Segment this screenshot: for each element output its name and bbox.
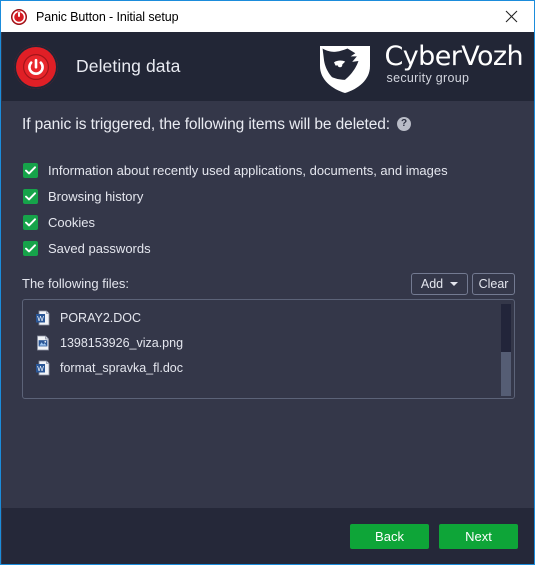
footer-bar: Back Next: [2, 508, 534, 564]
checkbox-label: Cookies: [48, 214, 95, 230]
brand-name: CyberVozh: [384, 41, 524, 72]
brand-tagline: security group: [386, 71, 470, 85]
window-title: Panic Button - Initial setup: [36, 9, 179, 24]
brand-logo: CyberVozh security group: [314, 41, 524, 101]
checkbox-row-browsing-history[interactable]: Browsing history: [23, 183, 493, 209]
add-button-label: Add: [420, 277, 444, 291]
checkbox-row-cookies[interactable]: Cookies: [23, 209, 493, 235]
instruction-text: If panic is triggered, the following ite…: [22, 116, 412, 134]
files-section-label: The following files:: [22, 276, 129, 291]
close-icon[interactable]: [488, 1, 534, 32]
check-icon: [23, 188, 38, 204]
scrollbar-track[interactable]: [501, 304, 511, 352]
add-button[interactable]: Add: [411, 273, 468, 295]
list-item[interactable]: 1398153926_viza.png: [23, 330, 514, 355]
power-button-icon: [11, 8, 27, 25]
power-button-icon: [14, 44, 58, 89]
file-list-box[interactable]: W PORAY2.DOC 1398153926_viza.png W forma…: [22, 299, 515, 399]
file-name: PORAY2.DOC: [60, 310, 142, 325]
checkbox-row-recent-items[interactable]: Information about recently used applicat…: [23, 157, 493, 183]
image-file-icon: [35, 335, 51, 351]
check-icon: [23, 162, 38, 178]
checkbox-label: Saved passwords: [48, 240, 151, 256]
deletion-items-list: Information about recently used applicat…: [23, 157, 493, 261]
help-icon[interactable]: ?: [397, 117, 412, 131]
checkbox-label: Information about recently used applicat…: [48, 162, 448, 178]
file-list-scrollbar[interactable]: [501, 304, 511, 396]
check-icon: [23, 240, 38, 256]
word-document-icon: W: [35, 310, 51, 326]
check-icon: [23, 214, 38, 230]
files-header-row: The following files: Add Clear: [22, 273, 515, 295]
app-header: Deleting data CyberVozh security group: [2, 32, 534, 101]
clear-button[interactable]: Clear: [472, 273, 515, 295]
title-bar: Panic Button - Initial setup: [1, 1, 534, 32]
chevron-down-icon: [450, 282, 459, 286]
shield-wolf-icon: [314, 44, 376, 101]
scrollbar-thumb[interactable]: [501, 352, 511, 396]
word-document-icon: W: [35, 360, 51, 376]
file-name: 1398153926_viza.png: [60, 335, 184, 350]
panic-button-setup-window: Panic Button - Initial setup Deleting da…: [0, 0, 535, 565]
back-button[interactable]: Back: [350, 524, 429, 549]
svg-text:W: W: [37, 365, 44, 372]
file-name: format_spravka_fl.doc: [60, 360, 183, 375]
list-item[interactable]: W PORAY2.DOC: [23, 305, 514, 330]
main-content: If panic is triggered, the following ite…: [2, 101, 534, 508]
next-button[interactable]: Next: [439, 524, 518, 549]
checkbox-row-saved-passwords[interactable]: Saved passwords: [23, 235, 493, 261]
instruction-label: If panic is triggered, the following ite…: [22, 116, 391, 133]
checkbox-label: Browsing history: [48, 188, 144, 204]
svg-text:W: W: [37, 315, 44, 322]
list-item[interactable]: W format_spravka_fl.doc: [23, 355, 514, 380]
page-title: Deleting data: [76, 56, 181, 76]
